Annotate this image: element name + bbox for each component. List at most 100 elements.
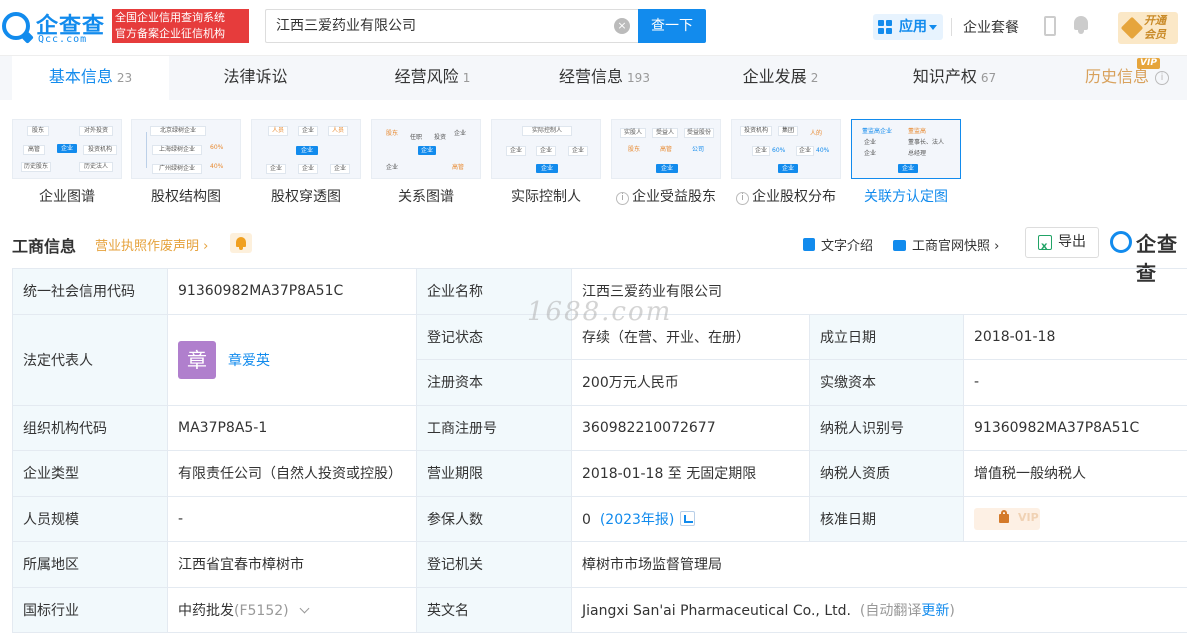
logo-subtext: Qcc.com <box>38 34 87 45</box>
vip-locked-badge[interactable]: VIP <box>974 508 1040 530</box>
qcc-logo-icon <box>1110 231 1132 253</box>
cell-label: 参保人数 <box>417 496 572 542</box>
tab-operation[interactable]: 经营信息193 <box>522 56 687 100</box>
cell-label: 纳税人识别号 <box>810 405 964 451</box>
notice-bell-icon[interactable] <box>230 233 252 253</box>
avatar[interactable]: 章 <box>178 341 216 379</box>
notification-bell-icon[interactable] <box>1072 16 1090 34</box>
main-tabs: 基本信息23 法律诉讼 经营风险1 经营信息193 企业发展2 知识产权67 历… <box>0 56 1187 100</box>
equity-structure-thumb[interactable]: 北京绿树企业 上海绿树企业 60% 广州绿树企业 40% <box>131 119 241 179</box>
related-party-label[interactable]: 关联方认定图 <box>851 186 961 204</box>
enterprise-graph-thumb[interactable]: 股东 对外投资 高管 企业 投资机构 历史股东 历史法人 <box>12 119 122 179</box>
vip-line2: 会员 <box>1144 28 1166 42</box>
table-row: 所属地区 江西省宜春市樟树市 登记机关 樟树市市场监督管理局 <box>13 542 1187 588</box>
cell-label: 所属地区 <box>13 542 168 588</box>
cell-label: 登记机关 <box>417 542 572 588</box>
top-header: 企查查 Qcc.com 全国企业信用查询系统 官方备案企业征信机构 江西三爱药业… <box>0 0 1187 56</box>
excel-icon <box>1038 235 1052 250</box>
reg-capital-value: 200万元人民币 <box>572 360 810 406</box>
org-code-value: MA37P8A5-1 <box>168 405 417 451</box>
text-intro-link[interactable]: 文字介绍 <box>803 235 873 254</box>
chevron-right-icon: › <box>990 239 999 254</box>
qcc-logo-icon <box>2 12 30 40</box>
cell-label: 成立日期 <box>810 314 964 360</box>
paid-capital-value: - <box>964 360 1187 406</box>
cell-label: 人员规模 <box>13 496 168 542</box>
trend-chart-icon[interactable] <box>680 511 695 526</box>
cell-label: 企业类型 <box>13 451 168 497</box>
search-input[interactable]: 江西三爱药业有限公司 <box>265 9 638 43</box>
tab-development[interactable]: 企业发展2 <box>698 56 863 100</box>
info-icon: i <box>616 192 629 205</box>
cell-label: 英文名 <box>417 587 572 633</box>
legal-rep-link[interactable]: 章爱英 <box>228 353 270 369</box>
cell-label: 工商注册号 <box>417 405 572 451</box>
related-party-thumb[interactable]: 董监高企业 董监高 企业 董事长、法人 企业 总经理 企业 <box>851 119 961 179</box>
english-name-value: Jiangxi San'ai Pharmaceutical Co., Ltd. <box>582 603 851 619</box>
industry-value: 中药批发 <box>178 603 234 619</box>
tab-legal[interactable]: 法律诉讼 <box>175 56 340 100</box>
staff-value: - <box>168 496 417 542</box>
cell-label: 纳税人资质 <box>810 451 964 497</box>
export-button[interactable]: 导出 <box>1025 227 1099 258</box>
tab-ip[interactable]: 知识产权67 <box>872 56 1037 100</box>
qcc-logo[interactable]: 企查查 Qcc.com <box>0 8 110 46</box>
table-row: 企业类型 有限责任公司（自然人投资或控股） 营业期限 2018-01-18 至 … <box>13 451 1187 497</box>
tab-risk[interactable]: 经营风险1 <box>350 56 515 100</box>
cell-label: 注册资本 <box>417 360 572 406</box>
table-row: 组织机构代码 MA37P8A5-1 工商注册号 360982210072677 … <box>13 405 1187 451</box>
beneficial-owner-thumb[interactable]: 实股人 受益人 受益股份 股东 高管 公司 企业 <box>611 119 721 179</box>
vip-line1: 开通 <box>1144 14 1166 28</box>
taxpayer-id-value: 91360982MA37P8A51C <box>964 405 1187 451</box>
industry-cell[interactable]: 中药批发(F5152) <box>168 587 417 633</box>
relation-graph-label[interactable]: 关系图谱 <box>371 186 481 204</box>
equity-structure-label[interactable]: 股权结构图 <box>131 186 241 204</box>
enterprise-graph-label[interactable]: 企业图谱 <box>12 186 122 204</box>
equity-distribution-label[interactable]: i企业股权分布 <box>731 186 841 204</box>
insured-cell: 0 (2023年报) <box>572 496 810 542</box>
mobile-icon[interactable] <box>1044 16 1056 36</box>
insured-value: 0 <box>582 512 591 528</box>
translate-update-link[interactable]: 更新 <box>921 603 949 619</box>
qcc-brand-mark: 企查查 <box>1108 228 1187 258</box>
section-title: 工商信息 <box>12 233 76 257</box>
legal-rep-cell: 章章爱英 <box>168 314 417 405</box>
cell-label: 组织机构代码 <box>13 405 168 451</box>
insured-year-link[interactable]: (2023年报) <box>600 512 675 528</box>
cell-label: 营业期限 <box>417 451 572 497</box>
open-vip-button[interactable]: 开通 会员 <box>1118 12 1178 44</box>
actual-controller-label[interactable]: 实际控制人 <box>491 186 601 204</box>
taxpayer-type-value: 增值税一般纳税人 <box>964 451 1187 497</box>
vip-tag: VIP <box>1137 58 1160 69</box>
company-type-value: 有限责任公司（自然人投资或控股） <box>168 451 417 497</box>
chevron-right-icon: › <box>199 239 208 254</box>
established-value: 2018-01-18 <box>964 314 1187 360</box>
tab-history[interactable]: 历史信息i VIP <box>1050 56 1187 100</box>
slogan-line2: 官方备案企业征信机构 <box>115 26 246 42</box>
credit-code-value[interactable]: 91360982MA37P8A51C <box>168 269 417 315</box>
tab-basic-info[interactable]: 基本信息23 <box>12 56 169 100</box>
beneficial-owner-label[interactable]: i企业受益股东 <box>611 186 721 204</box>
app-menu-button[interactable]: 应用 <box>873 14 943 40</box>
license-notice-link[interactable]: 营业执照作废声明 › <box>95 235 208 254</box>
equity-penetration-label[interactable]: 股权穿透图 <box>251 186 361 204</box>
document-icon <box>803 238 815 251</box>
vip-diamond-icon <box>1121 17 1144 40</box>
actual-controller-thumb[interactable]: 实际控制人 企业 企业 企业 企业 <box>491 119 601 179</box>
cell-label: 法定代表人 <box>13 314 168 405</box>
term-value: 2018-01-18 至 无固定期限 <box>572 451 810 497</box>
official-snapshot-link[interactable]: 工商官网快照 › <box>893 235 999 254</box>
info-icon: i <box>1155 71 1169 85</box>
region-value: 江西省宜春市樟树市 <box>168 542 417 588</box>
equity-penetration-thumb[interactable]: 人员 企业 人员 企业 企业 企业 企业 <box>251 119 361 179</box>
relation-graph-thumb[interactable]: 股东 任职 投资 企业 企业 企业 高管 <box>371 119 481 179</box>
search-button[interactable]: 查一下 <box>638 9 706 43</box>
slogan-line1: 全国企业信用查询系统 <box>115 10 246 26</box>
cell-label: 实缴资本 <box>810 360 964 406</box>
equity-distribution-thumb[interactable]: 投资机构 集团 人的 企业 60% 企业 40% 企业 <box>731 119 841 179</box>
info-icon: i <box>736 192 749 205</box>
cell-label: 国标行业 <box>13 587 168 633</box>
clear-search-icon[interactable]: × <box>614 18 630 34</box>
divider <box>951 18 952 36</box>
enterprise-package-link[interactable]: 企业套餐 <box>963 17 1019 37</box>
